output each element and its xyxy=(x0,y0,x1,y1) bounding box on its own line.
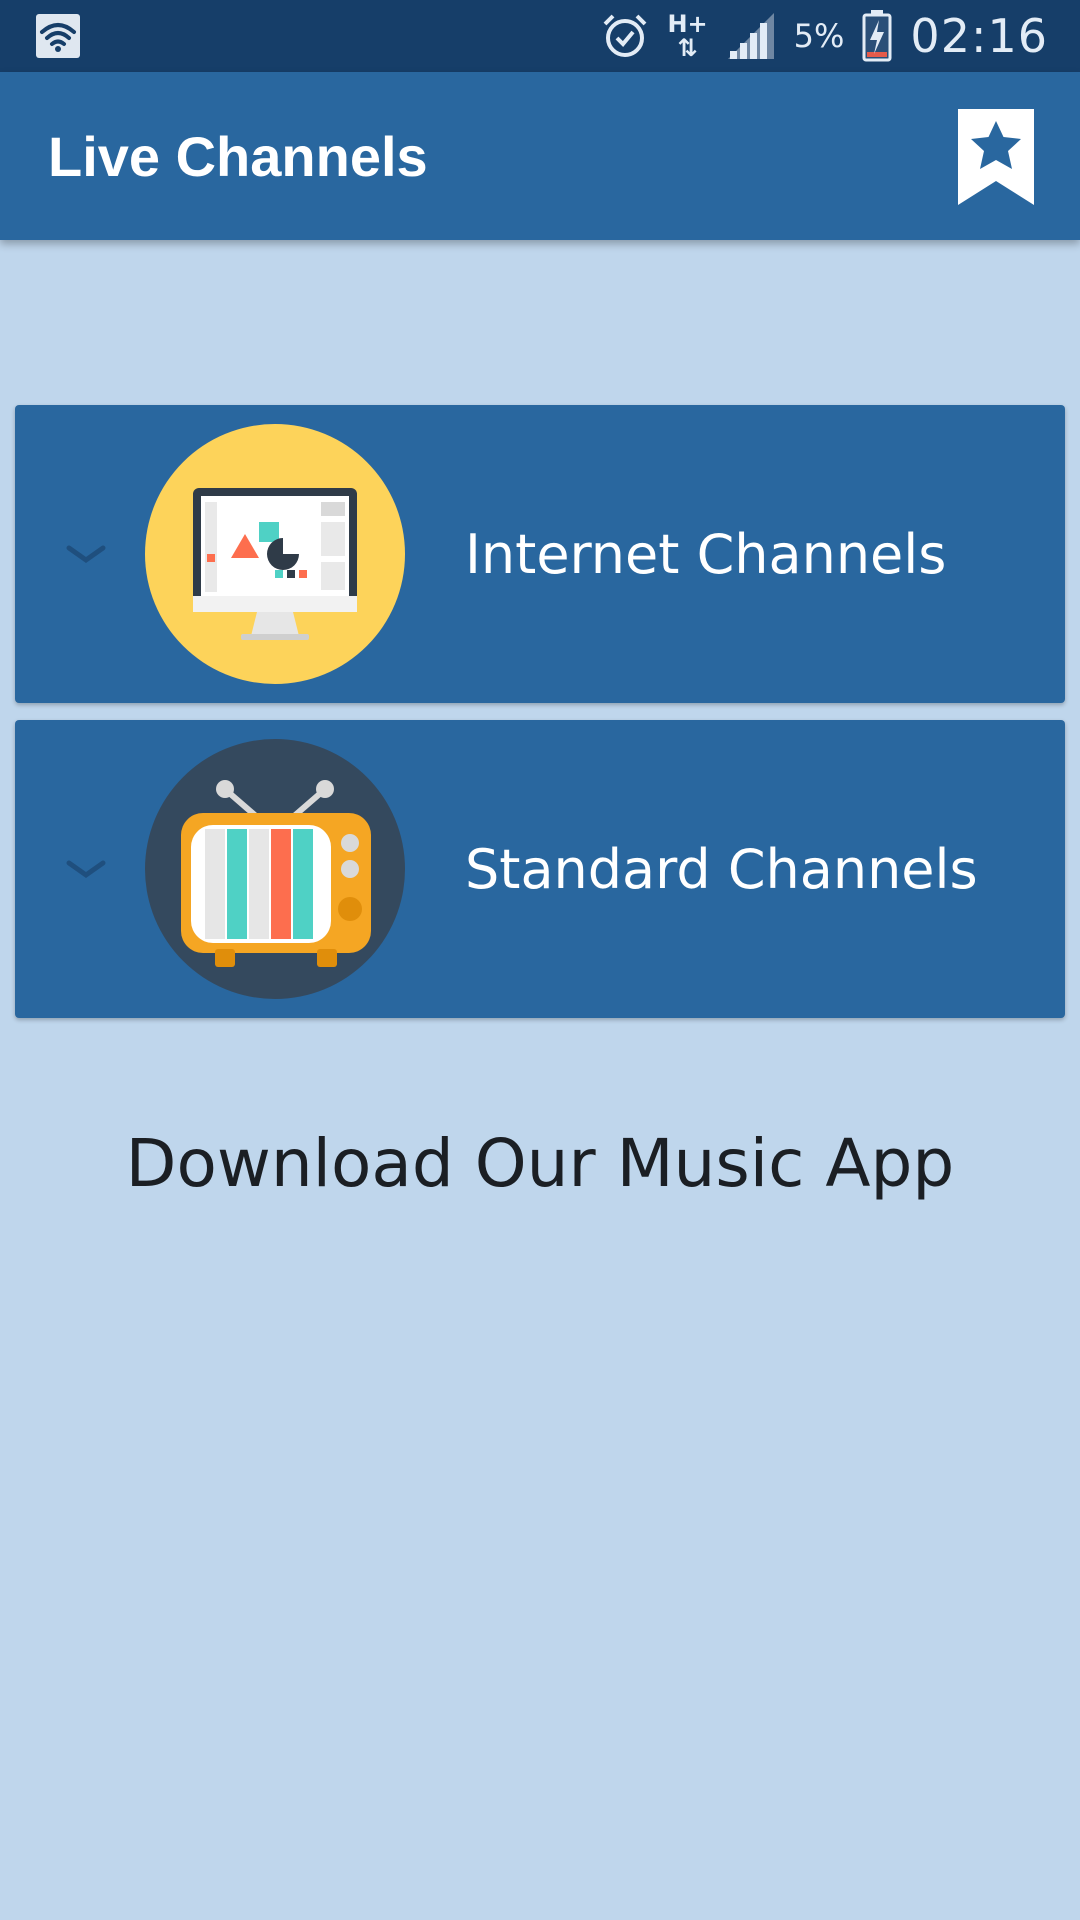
wifi-icon xyxy=(36,14,80,58)
category-label: Standard Channels xyxy=(465,837,978,901)
category-label: Internet Channels xyxy=(465,522,947,586)
app-title: Live Channels xyxy=(48,124,428,188)
network-type-label: H+ xyxy=(667,10,708,38)
signal-icon xyxy=(727,13,774,59)
computer-monitor-icon xyxy=(145,424,405,684)
chevron-down-icon xyxy=(66,545,106,564)
download-music-app-link[interactable]: Download Our Music App xyxy=(0,1125,1080,1202)
clock: 02:16 xyxy=(910,9,1048,63)
chevron-down-icon xyxy=(66,860,106,879)
battery-charging-icon xyxy=(862,10,892,62)
bookmark-star-icon[interactable] xyxy=(956,107,1036,207)
retro-tv-icon xyxy=(145,739,405,999)
category-card-standard-channels[interactable]: Standard Channels xyxy=(15,720,1065,1018)
data-arrows-icon: ⇅ xyxy=(677,34,698,62)
app-bar: Live Channels xyxy=(0,72,1080,240)
network-type-indicator: H+ ⇅ xyxy=(667,12,707,60)
battery-percent: 5% xyxy=(793,17,845,55)
category-card-internet-channels[interactable]: Internet Channels xyxy=(15,405,1065,703)
alarm-icon xyxy=(604,14,647,57)
status-bar: H+ ⇅ 5% 02:16 xyxy=(0,0,1080,72)
